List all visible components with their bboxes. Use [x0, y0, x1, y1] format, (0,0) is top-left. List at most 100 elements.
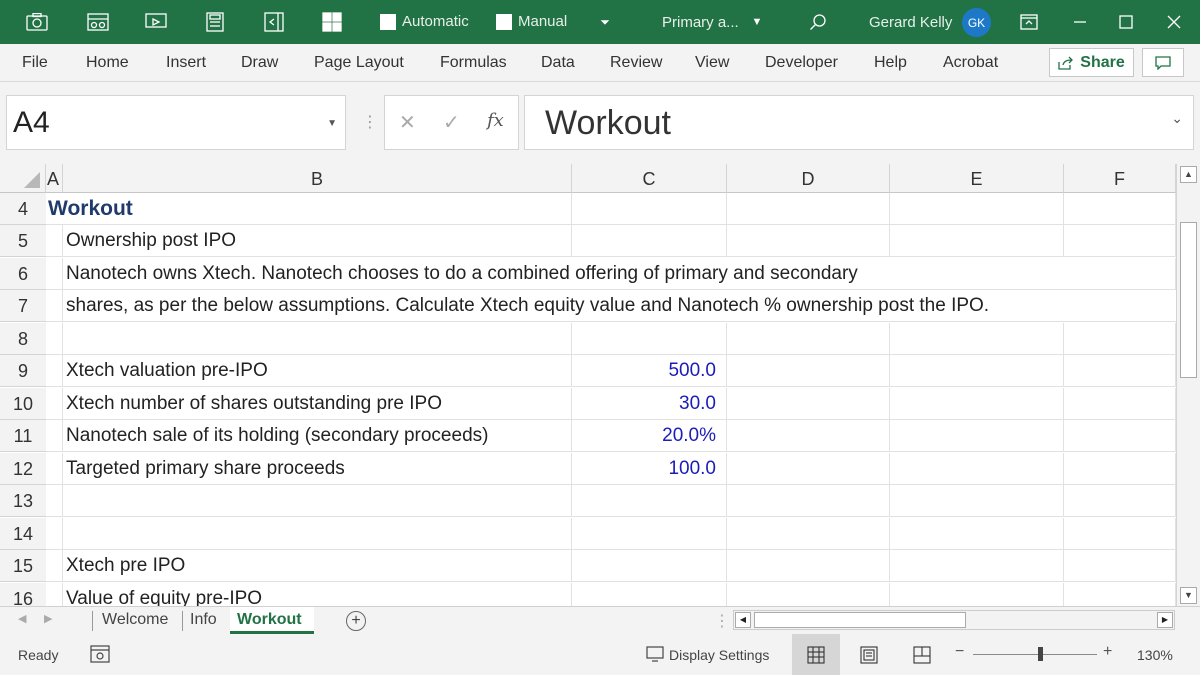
- section-title[interactable]: Workout: [46, 193, 572, 225]
- insert-function-icon[interactable]: fx: [487, 110, 504, 131]
- cell[interactable]: [63, 323, 572, 355]
- select-all-corner[interactable]: [0, 164, 46, 193]
- column-header-b[interactable]: B: [63, 164, 572, 193]
- cell[interactable]: [572, 323, 727, 355]
- column-header-e[interactable]: E: [890, 164, 1064, 193]
- menu-draw[interactable]: Draw: [241, 54, 278, 72]
- cell[interactable]: [46, 355, 63, 387]
- row-header[interactable]: 15: [0, 550, 46, 582]
- row-header[interactable]: 6: [0, 258, 46, 290]
- formula-input[interactable]: Workout ⌄: [524, 95, 1194, 150]
- row-header[interactable]: 8: [0, 323, 46, 355]
- cell[interactable]: [890, 388, 1064, 420]
- name-box-dropdown-icon[interactable]: ▼: [327, 118, 337, 129]
- cell-b12[interactable]: Targeted primary share proceeds: [63, 453, 572, 485]
- cell[interactable]: [727, 420, 890, 452]
- calculator-icon[interactable]: [202, 10, 228, 34]
- share-button[interactable]: Share: [1049, 48, 1134, 77]
- cell-b5[interactable]: Ownership post IPO: [63, 225, 572, 257]
- cell-b15[interactable]: Xtech pre IPO: [63, 550, 572, 582]
- horizontal-scrollbar[interactable]: ◀ ▶: [733, 610, 1175, 630]
- row-header[interactable]: 12: [0, 453, 46, 485]
- avatar[interactable]: GK: [962, 8, 991, 37]
- menu-view[interactable]: View: [695, 54, 729, 72]
- row-header[interactable]: 16: [0, 583, 46, 606]
- cell-b10[interactable]: Xtech number of shares outstanding pre I…: [63, 388, 572, 420]
- cell[interactable]: [890, 323, 1064, 355]
- menu-formulas[interactable]: Formulas: [440, 54, 507, 72]
- cell[interactable]: [46, 323, 63, 355]
- cell[interactable]: [572, 193, 727, 225]
- page-break-icon[interactable]: [913, 646, 931, 667]
- cell-b16[interactable]: Value of equity pre-IPO: [63, 583, 572, 606]
- cell[interactable]: [890, 420, 1064, 452]
- zoom-level[interactable]: 130%: [1137, 647, 1173, 663]
- display-settings[interactable]: Display Settings: [669, 647, 769, 663]
- cell-c12[interactable]: 100.0: [572, 453, 727, 485]
- cell[interactable]: [1064, 193, 1176, 225]
- menu-acrobat[interactable]: Acrobat: [943, 54, 998, 72]
- cell[interactable]: [1064, 550, 1176, 582]
- menu-file[interactable]: File: [22, 54, 48, 72]
- tab-welcome[interactable]: Welcome: [102, 607, 178, 634]
- cell[interactable]: [46, 290, 63, 322]
- cell[interactable]: [727, 193, 890, 225]
- row-header[interactable]: 5: [0, 225, 46, 257]
- display-settings-icon[interactable]: [646, 646, 664, 665]
- cell[interactable]: [1064, 518, 1176, 550]
- camera-icon[interactable]: [24, 10, 50, 34]
- cell[interactable]: [46, 225, 63, 257]
- menu-developer[interactable]: Developer: [765, 54, 838, 72]
- h-scroll-right-icon[interactable]: ▶: [1157, 612, 1173, 628]
- menu-help[interactable]: Help: [874, 54, 907, 72]
- row-header[interactable]: 11: [0, 420, 46, 452]
- presentation-icon[interactable]: [143, 10, 169, 34]
- cell[interactable]: [46, 258, 63, 290]
- cell[interactable]: [727, 388, 890, 420]
- cell-b9[interactable]: Xtech valuation pre-IPO: [63, 355, 572, 387]
- cell[interactable]: [890, 583, 1064, 606]
- cell[interactable]: [572, 518, 727, 550]
- cell-c10[interactable]: 30.0: [572, 388, 727, 420]
- search-icon[interactable]: [805, 10, 831, 34]
- accessibility-icon[interactable]: [90, 645, 110, 666]
- manual-checkbox-box[interactable]: [496, 13, 512, 30]
- cell[interactable]: [727, 583, 890, 606]
- cell[interactable]: [1064, 453, 1176, 485]
- cell[interactable]: [1064, 355, 1176, 387]
- menu-insert[interactable]: Insert: [166, 54, 206, 72]
- h-scroll-left-icon[interactable]: ◀: [735, 612, 751, 628]
- cell[interactable]: [1064, 323, 1176, 355]
- row-header[interactable]: 14: [0, 518, 46, 550]
- cell-b6[interactable]: Nanotech owns Xtech. Nanotech chooses to…: [63, 258, 1064, 290]
- scroll-down-icon[interactable]: ▼: [1180, 587, 1197, 604]
- cell[interactable]: [572, 550, 727, 582]
- cell[interactable]: [727, 550, 890, 582]
- cell[interactable]: [46, 550, 63, 582]
- horizontal-scroll-thumb[interactable]: [754, 612, 966, 628]
- cell[interactable]: [890, 518, 1064, 550]
- scroll-up-icon[interactable]: ▲: [1180, 166, 1197, 183]
- cell[interactable]: [1064, 420, 1176, 452]
- glasses-icon[interactable]: [85, 10, 111, 34]
- menu-data[interactable]: Data: [541, 54, 575, 72]
- menu-page-layout[interactable]: Page Layout: [314, 54, 404, 72]
- column-header-d[interactable]: D: [727, 164, 890, 193]
- ribbon-display-icon[interactable]: [1016, 10, 1042, 34]
- vertical-scrollbar[interactable]: ▲ ▼: [1176, 164, 1200, 606]
- row-header[interactable]: 7: [0, 290, 46, 322]
- cell-c9[interactable]: 500.0: [572, 355, 727, 387]
- cell[interactable]: [890, 225, 1064, 257]
- column-header-c[interactable]: C: [572, 164, 727, 193]
- cell[interactable]: [727, 518, 890, 550]
- cell[interactable]: [46, 485, 63, 517]
- cell[interactable]: [890, 355, 1064, 387]
- cell[interactable]: [63, 485, 572, 517]
- comments-button[interactable]: [1142, 48, 1184, 77]
- cell[interactable]: [46, 420, 63, 452]
- cell[interactable]: [46, 388, 63, 420]
- row-header[interactable]: 4: [0, 193, 46, 225]
- cell[interactable]: [890, 193, 1064, 225]
- zoom-slider-thumb[interactable]: [1038, 647, 1043, 661]
- menu-review[interactable]: Review: [610, 54, 662, 72]
